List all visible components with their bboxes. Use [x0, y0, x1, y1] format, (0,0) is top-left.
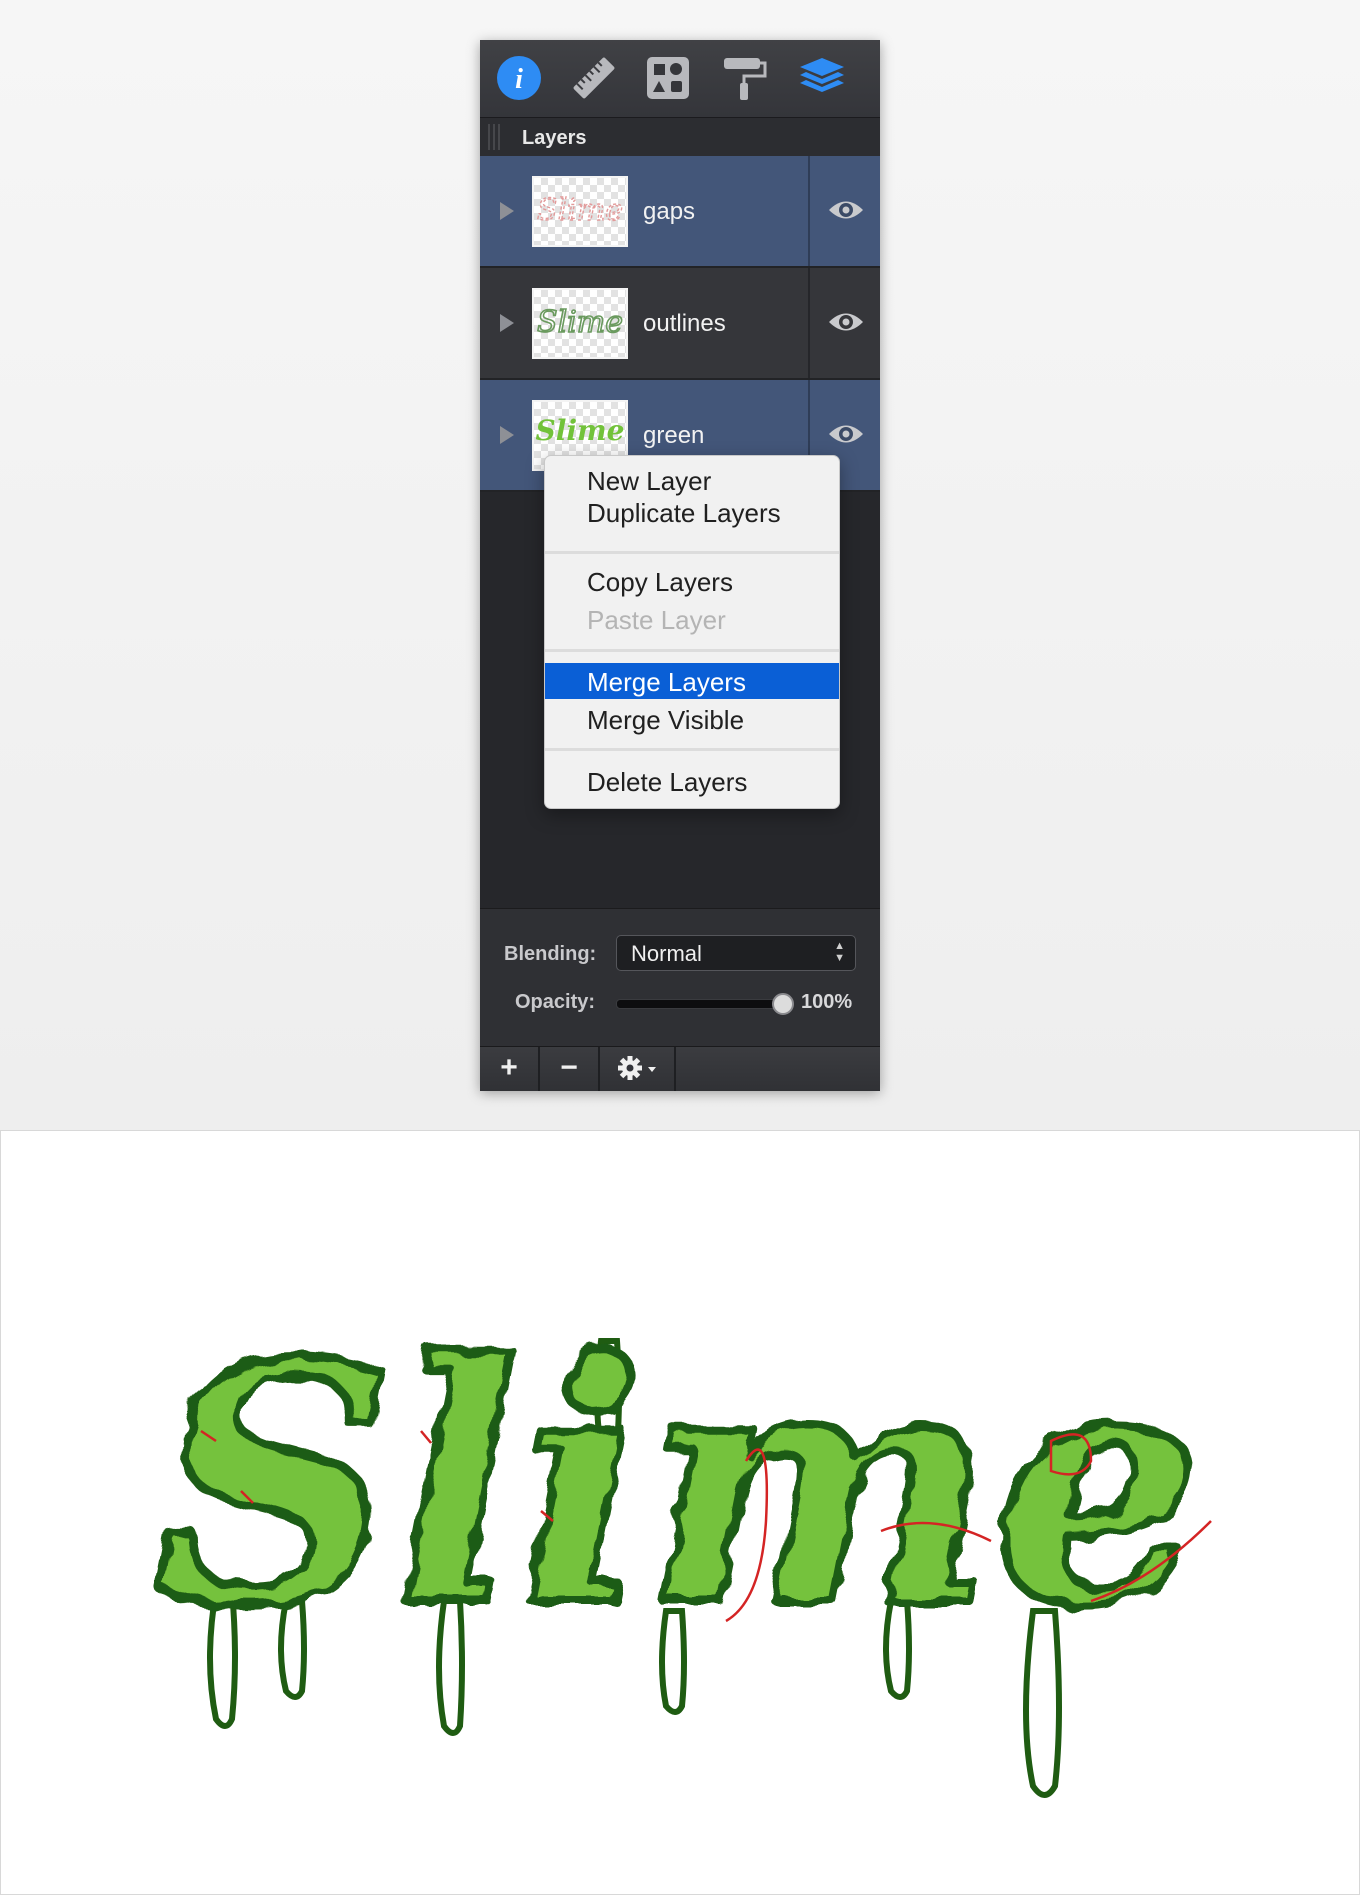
- panel-title: Layers: [522, 127, 587, 149]
- context-menu: New Layer Duplicate Layers Copy Layers P…: [544, 455, 840, 809]
- layer-row-outlines[interactable]: Slime outlines: [480, 268, 880, 380]
- menu-item-paste-layer: Paste Layer: [587, 605, 726, 635]
- menu-item-merge-layers[interactable]: Merge Layers: [545, 663, 839, 699]
- shapes-icon[interactable]: [644, 54, 692, 102]
- paint-roller-icon[interactable]: [720, 54, 768, 102]
- blending-select[interactable]: Normal ▲ ▼: [616, 935, 856, 971]
- artwork-canvas[interactable]: Slime: [0, 1130, 1360, 1895]
- blending-value: Normal: [631, 941, 702, 966]
- panel-header: Layers: [480, 118, 880, 157]
- inspector-toolbar: i: [480, 40, 880, 118]
- slime-text-group: Slime: [151, 1287, 1208, 1684]
- menu-separator: [545, 748, 839, 751]
- blending-label: Blending:: [504, 943, 597, 965]
- opacity-value: 100%: [801, 991, 853, 1013]
- menu-item-duplicate-layers[interactable]: Duplicate Layers: [545, 494, 839, 530]
- visibility-toggle[interactable]: [808, 268, 882, 378]
- slime-text: Slime: [156, 1291, 1204, 1679]
- opacity-label: Opacity:: [515, 991, 596, 1013]
- select-arrows-icon: ▲ ▼: [834, 940, 845, 964]
- expand-triangle-icon[interactable]: [500, 202, 514, 220]
- layer-thumbnail: Slime: [532, 288, 628, 359]
- menu-item-new-layer[interactable]: New Layer: [545, 462, 839, 498]
- opacity-slider-fill: [617, 1000, 781, 1008]
- gear-icon: [618, 1056, 656, 1080]
- layer-row-gaps[interactable]: Slime gaps: [480, 156, 880, 268]
- thumbnail-text: Slime: [536, 414, 625, 447]
- menu-separator: [545, 649, 839, 652]
- eye-icon: [829, 201, 863, 219]
- layer-name: gaps: [643, 198, 696, 225]
- expand-triangle-icon[interactable]: [500, 314, 514, 332]
- add-layer-button[interactable]: +: [480, 1047, 540, 1091]
- chevron-down-icon: [648, 1067, 656, 1072]
- layer-options: Blending: Normal ▲ ▼ Opacity: 100%: [480, 908, 880, 1047]
- eye-icon: [829, 425, 863, 443]
- slime-artwork: Slime: [151, 1287, 1212, 1798]
- layers-icon[interactable]: [796, 54, 844, 102]
- layer-thumbnail: Slime: [532, 176, 628, 247]
- panel-bottom-bar: + −: [480, 1046, 880, 1091]
- opacity-slider[interactable]: [616, 993, 794, 1015]
- remove-layer-button[interactable]: −: [540, 1047, 600, 1091]
- opacity-slider-thumb[interactable]: [772, 993, 794, 1015]
- thumbnail-text: Slime: [537, 305, 623, 340]
- expand-triangle-icon[interactable]: [500, 426, 514, 444]
- visibility-toggle[interactable]: [808, 156, 882, 266]
- ruler-icon[interactable]: [570, 54, 618, 102]
- menu-item-delete-layers[interactable]: Delete Layers: [545, 763, 839, 799]
- eye-icon: [829, 313, 863, 331]
- layer-settings-button[interactable]: [600, 1047, 676, 1091]
- menu-separator: [545, 551, 839, 554]
- layer-name: green: [643, 422, 705, 449]
- layer-name: outlines: [643, 310, 726, 337]
- drag-grip-icon[interactable]: [488, 124, 502, 150]
- svg-text:i: i: [515, 64, 523, 95]
- thumbnail-text: Slime: [537, 193, 623, 228]
- menu-item-copy-layers[interactable]: Copy Layers: [545, 563, 839, 599]
- info-icon[interactable]: i: [495, 54, 543, 102]
- menu-item-merge-visible[interactable]: Merge Visible: [545, 701, 839, 737]
